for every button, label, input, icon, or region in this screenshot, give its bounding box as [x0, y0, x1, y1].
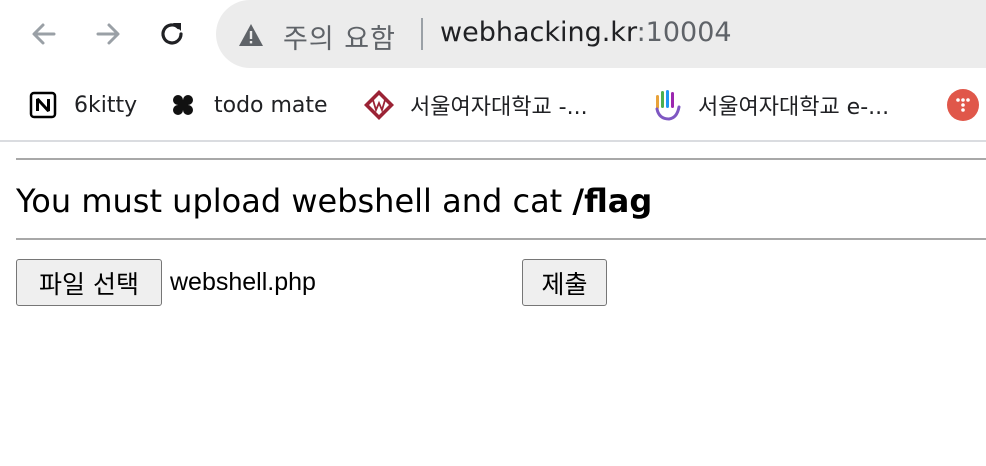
swu-logo-icon: [362, 88, 396, 122]
heading-flag-path: /flag: [572, 182, 653, 220]
url-host: webhacking.kr: [440, 17, 637, 48]
arrow-left-icon: [32, 23, 56, 45]
bookmarks-bar: 6kitty todo mate 서울여자대학교 -... 서울여자대학교 e-…: [0, 76, 986, 134]
bookmark-swu-e[interactable]: 서울여자대학교 e-...: [650, 85, 889, 125]
page-heading: You must upload webshell and cat /flag: [16, 182, 652, 220]
arrow-right-icon: [96, 23, 120, 45]
horizontal-rule-bottom: [16, 238, 986, 240]
url-port: :10004: [636, 17, 732, 48]
url-text[interactable]: webhacking.kr:10004: [440, 17, 732, 48]
reload-icon: [161, 23, 183, 45]
bookmark-swu[interactable]: 서울여자대학교 -...: [362, 85, 588, 125]
address-bar[interactable]: 주의 요함 webhacking.kr:10004: [216, 0, 986, 68]
notion-icon: [26, 88, 60, 122]
choose-file-button[interactable]: 파일 선택: [16, 259, 162, 306]
browser-toolbar: 주의 요함 webhacking.kr:10004: [0, 0, 986, 72]
bookmark-label: 6kitty: [74, 92, 138, 118]
selected-file-name: webshell.php: [170, 268, 316, 296]
security-warning-label[interactable]: 주의 요함: [283, 17, 396, 56]
bookmark-label: todo mate: [214, 92, 328, 118]
bookmark-label: 서울여자대학교 e-...: [698, 95, 890, 120]
bookmark-red-circle[interactable]: [946, 85, 986, 125]
toolbar-divider: [0, 140, 986, 142]
red-circle-icon: [946, 88, 980, 122]
reload-button[interactable]: [152, 14, 192, 54]
submit-button[interactable]: 제출: [522, 259, 607, 306]
horizontal-rule-top: [16, 158, 986, 160]
bookmark-label: 서울여자대학교 -...: [410, 95, 588, 120]
bookmark-6kitty[interactable]: 6kitty: [26, 85, 137, 125]
heading-text: You must upload webshell and cat: [16, 182, 573, 220]
address-divider: [421, 18, 423, 50]
hand-logo-icon: [650, 88, 684, 122]
back-button[interactable]: [24, 14, 64, 54]
warning-icon[interactable]: [238, 22, 264, 48]
forward-button[interactable]: [88, 14, 128, 54]
clover-icon: [166, 88, 200, 122]
bookmark-todo-mate[interactable]: todo mate: [166, 85, 328, 125]
